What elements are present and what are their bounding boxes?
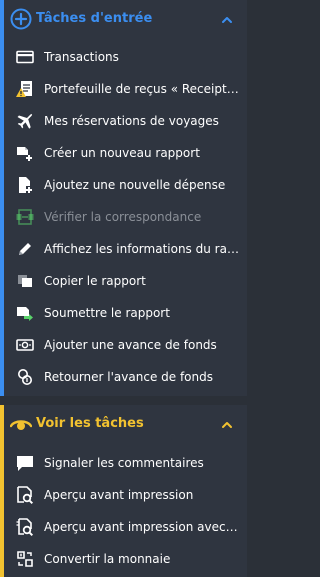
- menu-item-add-expense[interactable]: Ajoutez une nouvelle dépense: [4, 169, 247, 201]
- menu-item-label: Ajouter une avance de fonds: [44, 338, 217, 352]
- cash-icon: [16, 336, 34, 354]
- print-preview-attach-icon: [16, 518, 34, 537]
- menu-item-label: Signaler les commentaires: [44, 456, 204, 470]
- menu-item-label: Retourner l'avance de fonds: [44, 370, 213, 384]
- menu-item-label: Affichez les informations du rapp…: [44, 242, 241, 256]
- menu-item-verify-match: Vérifier la correspondance: [4, 201, 247, 233]
- menu-item-report-comments[interactable]: Signaler les commentaires: [4, 447, 247, 479]
- match-icon: [16, 208, 34, 226]
- currency-convert-icon: [16, 550, 34, 568]
- receipt-warning-icon: [16, 80, 34, 98]
- chevron-up-icon[interactable]: [221, 416, 233, 428]
- input-tasks-header[interactable]: Tâches d'entrée: [4, 0, 247, 38]
- menu-item-label: Copier le rapport: [44, 274, 146, 288]
- menu-item-transactions[interactable]: Transactions: [4, 41, 247, 73]
- pencil-icon: [16, 240, 34, 258]
- view-tasks-header[interactable]: Voir les tâches: [4, 405, 247, 443]
- menu-item-label: Soumettre le rapport: [44, 306, 170, 320]
- menu-item-label: Convertir la monnaie: [44, 552, 171, 566]
- menu-item-label: Ajoutez une nouvelle dépense: [44, 178, 226, 192]
- menu-item-label: Portefeuille de reçus « Receipt …: [44, 82, 241, 96]
- add-expense-icon: [16, 176, 34, 194]
- plus-circle-icon: [10, 8, 32, 30]
- view-tasks-title: Voir les tâches: [36, 416, 144, 431]
- copy-icon: [16, 272, 34, 290]
- menu-item-label: Transactions: [44, 50, 119, 64]
- menu-item-copy-report[interactable]: Copier le rapport: [4, 265, 247, 297]
- eye-icon: [9, 413, 33, 435]
- menu-item-label: Mes réservations de voyages: [44, 114, 219, 128]
- menu-item-submit-report[interactable]: Soumettre le rapport: [4, 297, 247, 329]
- card-icon: [16, 48, 34, 66]
- menu-item-receipt-wallet[interactable]: Portefeuille de reçus « Receipt …: [4, 73, 247, 105]
- menu-item-travel-bookings[interactable]: Mes réservations de voyages: [4, 105, 247, 137]
- menu-item-return-cash-advance[interactable]: Retourner l'avance de fonds: [4, 361, 247, 393]
- airplane-icon: [16, 112, 34, 130]
- menu-item-label: Aperçu avant impression: [44, 488, 194, 502]
- menu-item-label: Créer un nouveau rapport: [44, 146, 200, 160]
- coins-icon: [16, 368, 34, 386]
- new-report-icon: [16, 144, 34, 162]
- print-preview-icon: [16, 486, 34, 505]
- menu-item-report-info[interactable]: Affichez les informations du rapp…: [4, 233, 247, 265]
- menu-item-print-preview-attachments[interactable]: Aperçu avant impression avec pi…: [4, 511, 247, 543]
- menu-item-add-cash-advance[interactable]: Ajouter une avance de fonds: [4, 329, 247, 361]
- comment-icon: [16, 454, 34, 472]
- menu-item-label: Vérifier la correspondance: [44, 210, 202, 224]
- view-tasks-panel: Voir les tâches Signaler les commentaire…: [0, 405, 247, 577]
- input-tasks-title: Tâches d'entrée: [36, 11, 153, 26]
- input-tasks-panel: Tâches d'entrée Transactions Portefeuill…: [0, 0, 247, 396]
- menu-item-print-preview[interactable]: Aperçu avant impression: [4, 479, 247, 511]
- menu-item-create-report[interactable]: Créer un nouveau rapport: [4, 137, 247, 169]
- menu-item-convert-currency[interactable]: Convertir la monnaie: [4, 543, 247, 575]
- menu-item-label: Aperçu avant impression avec pi…: [44, 520, 241, 534]
- chevron-up-icon[interactable]: [221, 11, 233, 23]
- submit-icon: [16, 304, 34, 322]
